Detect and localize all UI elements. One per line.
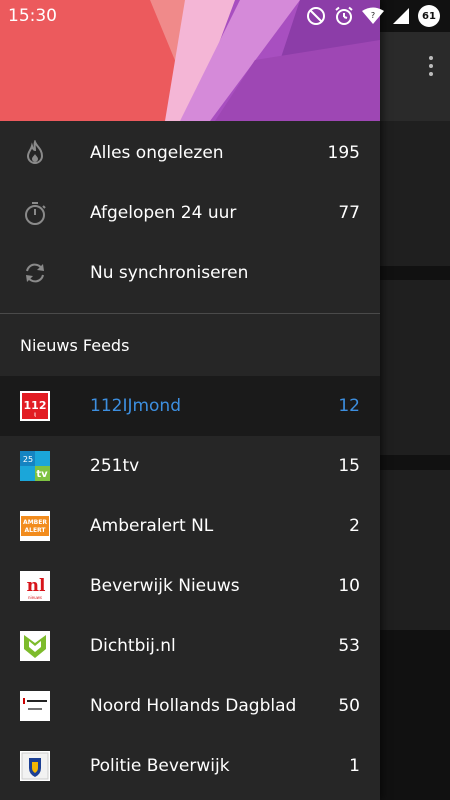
sync-icon [20,258,50,288]
alarm-icon [335,6,353,25]
feed-item-label: 251tv [90,456,140,476]
feed-item-count: 15 [338,456,360,476]
svg-text:IJ: IJ [34,412,36,417]
section-title-news-feeds: Nieuws Feeds [20,335,130,355]
feed-item-politie-beverwijk[interactable]: Politie Beverwijk 1 [0,736,380,796]
stopwatch-icon [20,198,50,228]
menu-item-count: 195 [327,143,360,163]
amber-alert-logo-icon: AMBER ALERT [20,511,50,541]
feed-list: 112 IJ 112IJmond 12 tv 25 251tv 15 AMBER… [0,376,380,796]
svg-text:25: 25 [23,455,33,464]
svg-text:tv: tv [36,469,48,480]
feed-item-count: 1 [349,756,360,776]
feed-item-label: 112IJmond [90,396,182,416]
feed-item-label: Dichtbij.nl [90,636,176,656]
do-not-disturb-icon [307,7,325,25]
feed-item-251tv[interactable]: tv 25 251tv 15 [0,436,380,496]
feed-item-count: 2 [349,516,360,536]
menu-item-label: Nu synchroniseren [90,263,249,283]
background-card [380,121,450,266]
feed-item-count: 12 [338,396,360,416]
svg-text:nl: nl [27,576,46,596]
battery-icon: 61 [418,5,440,27]
noordhollands-dagblad-logo-icon [20,691,50,721]
overflow-menu-icon[interactable] [428,56,434,78]
status-bar: 15:30 ? 61 [0,0,450,32]
background-card [380,470,450,630]
svg-text:112: 112 [24,399,47,412]
feed-item-label: Noord Hollands Dagblad [90,696,297,716]
background-card [380,280,450,455]
feed-item-beverwijk-nieuws[interactable]: nl nieuws Beverwijk Nieuws 10 [0,556,380,616]
svg-text:nieuws: nieuws [28,595,42,600]
menu-item-last-24-hours[interactable]: Afgelopen 24 uur 77 [0,183,380,243]
signal-icon [393,8,409,24]
wifi-icon: ? [362,7,384,24]
feed-item-dichtbij[interactable]: Dichtbij.nl 53 [0,616,380,676]
feed-item-112ijmond[interactable]: 112 IJ 112IJmond 12 [0,376,380,436]
feed-item-count: 53 [338,636,360,656]
feed-item-label: Amberalert NL [90,516,214,536]
svg-text:AMBER: AMBER [23,519,47,526]
menu-item-all-unread[interactable]: Alles ongelezen 195 [0,123,380,183]
svg-text:ALERT: ALERT [24,527,46,534]
status-time: 15:30 [8,6,57,26]
menu-item-count: 77 [338,203,360,223]
feed-item-amberalert[interactable]: AMBER ALERT Amberalert NL 2 [0,496,380,556]
nieuws-nl-logo-icon: nl nieuws [20,571,50,601]
feed-item-noord-hollands-dagblad[interactable]: Noord Hollands Dagblad 50 [0,676,380,736]
menu-item-label: Alles ongelezen [90,143,224,163]
flame-icon [20,138,50,168]
feed-item-count: 50 [338,696,360,716]
menu-item-label: Afgelopen 24 uur [90,203,237,223]
politie-logo-icon [20,751,50,781]
navigation-drawer: Alles ongelezen 195 Afgelopen 24 uur 77 [0,0,380,800]
feed-item-label: Beverwijk Nieuws [90,576,240,596]
feed-item-count: 10 [338,576,360,596]
251tv-logo-icon: tv 25 [20,451,50,481]
primary-menu: Alles ongelezen 195 Afgelopen 24 uur 77 [0,121,380,303]
112-logo-icon: 112 IJ [20,391,50,421]
dichtbij-logo-icon [20,631,50,661]
menu-item-sync-now[interactable]: Nu synchroniseren [0,243,380,303]
feed-item-label: Politie Beverwijk [90,756,230,776]
svg-text:?: ? [371,11,375,20]
